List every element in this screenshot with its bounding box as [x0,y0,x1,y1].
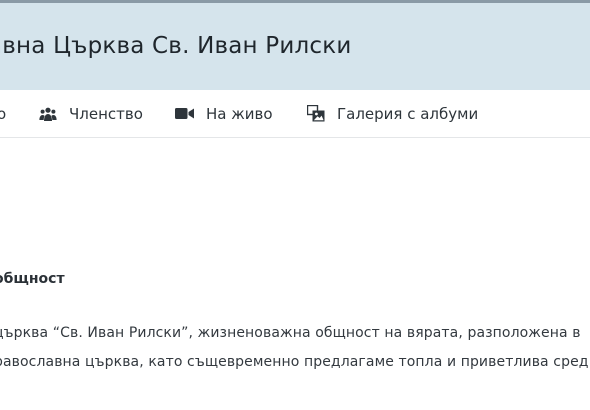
site-title: авна Църква Св. Иван Рилски [0,33,352,59]
users-icon [39,107,57,121]
intro-paragraph-line-2: равославна църква, като същевременно пре… [0,354,589,370]
section-heading: общност [0,271,65,287]
nav-item-gallery-label: Галерия с албуми [337,104,479,123]
intro-paragraph-line-1: църква “Св. Иван Рилски”, жизненоважна о… [0,325,581,341]
site-header-banner: авна Църква Св. Иван Рилски [0,3,590,90]
video-camera-icon [175,107,194,120]
photo-gallery-icon [307,105,325,122]
nav-item-live[interactable]: На живо [175,90,273,137]
main-navigation: о Членство На живо Галерия с албуми [0,90,590,138]
nav-item-live-label: На живо [206,104,273,123]
nav-item-membership[interactable]: Членство [39,90,143,137]
nav-item-gallery[interactable]: Галерия с албуми [307,90,478,137]
nav-item-membership-label: Членство [69,104,143,123]
nav-item-partial[interactable]: о [0,90,6,137]
nav-item-partial-label: о [0,104,7,123]
